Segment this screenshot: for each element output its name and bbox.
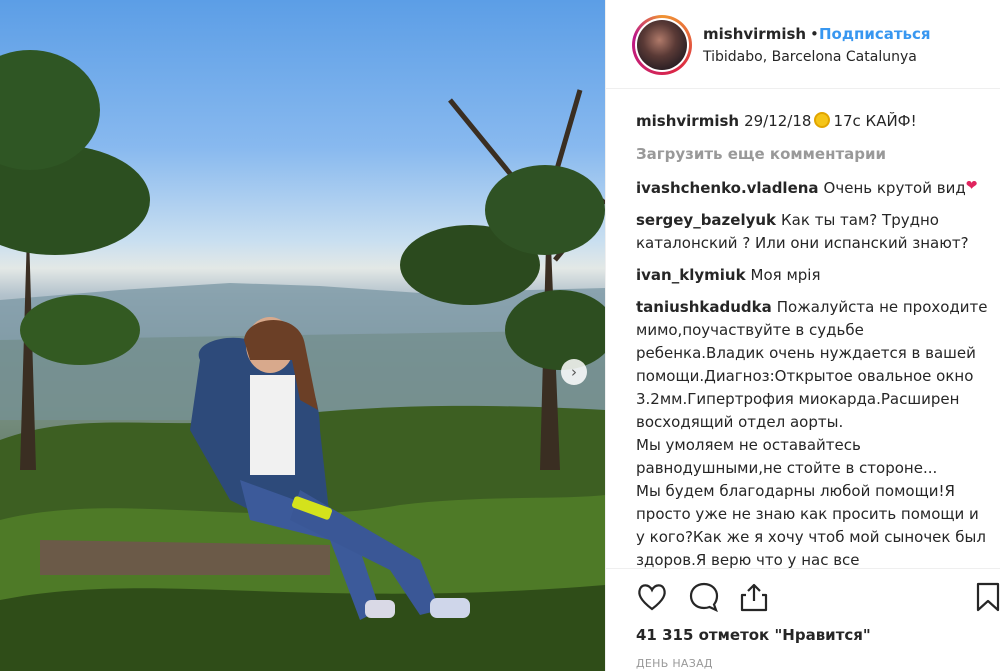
post-header: mishvirmish • Подписаться Tibidabo, Barc… [606,0,1000,89]
comment-username[interactable]: ivan_klymiuk [636,266,746,284]
post-actions: 41 315 отметок "Нравится" ДЕНЬ НАЗАД [606,568,1000,672]
comment-icon[interactable] [688,581,720,613]
follow-button[interactable]: Подписаться [819,25,931,43]
post-username[interactable]: mishvirmish [703,25,806,43]
comment-item: taniushkadudka Пожалуйста не проходите ми… [636,296,991,434]
comment-continuation: Мы умоляем не оставайтесь равнодушными,н… [636,434,991,480]
bookmark-icon[interactable] [972,581,1000,613]
comment-text: Мы будем благодарны любой помощи!Я прост… [636,482,986,568]
heart-emoji-icon: ❤ [965,178,978,194]
post-time[interactable]: ДЕНЬ НАЗАД [636,657,713,670]
comment-item: ivan_klymiuk Моя мрія [636,264,991,287]
photo-scene [0,50,605,671]
post-photo[interactable]: › [0,0,605,671]
sun-emoji-icon [814,112,831,128]
post-panel: mishvirmish • Подписаться Tibidabo, Barc… [605,0,1000,671]
chevron-right-icon: › [571,363,577,381]
separator-dot: • [810,25,819,43]
comment-username[interactable]: ivashchenko.vladlena [636,179,819,197]
comment-text: Мы умоляем не оставайтесь равнодушными,н… [636,436,938,477]
next-photo-button[interactable]: › [561,359,587,385]
comment-username[interactable]: sergey_bazelyuk [636,211,776,229]
caption-text-after: 17с КАЙФ! [833,112,917,130]
comment-item: sergey_bazelyuk Как ты там? Трудно катало… [636,209,991,255]
comment-continuation: Мы будем благодарны любой помощи!Я прост… [636,480,991,568]
avatar-frame [635,18,689,72]
caption: mishvirmish 29/12/18 17с КАЙФ! [636,110,991,133]
comment-text: Моя мрія [750,266,821,284]
heart-icon[interactable] [636,581,668,613]
comment-username[interactable]: taniushkadudka [636,298,772,316]
avatar-image [637,20,687,70]
caption-username[interactable]: mishvirmish [636,112,739,130]
post-location[interactable]: Tibidabo, Barcelona Catalunya [703,49,917,65]
like-count[interactable]: 41 315 отметок "Нравится" [636,626,871,644]
comment-item: ivashchenko.vladlena Очень крутой вид❤ [636,175,991,200]
share-icon[interactable] [738,581,770,613]
load-more-comments-button[interactable]: Загрузить еще комментарии [636,143,991,166]
avatar[interactable] [632,15,692,75]
comment-text: Очень крутой вид [823,179,966,197]
comment-text: Пожалуйста не проходите мимо,поучаствуйт… [636,298,988,431]
comments-list: mishvirmish 29/12/18 17с КАЙФ! Загрузить е… [636,110,991,568]
caption-text-before: 29/12/18 [744,112,812,130]
